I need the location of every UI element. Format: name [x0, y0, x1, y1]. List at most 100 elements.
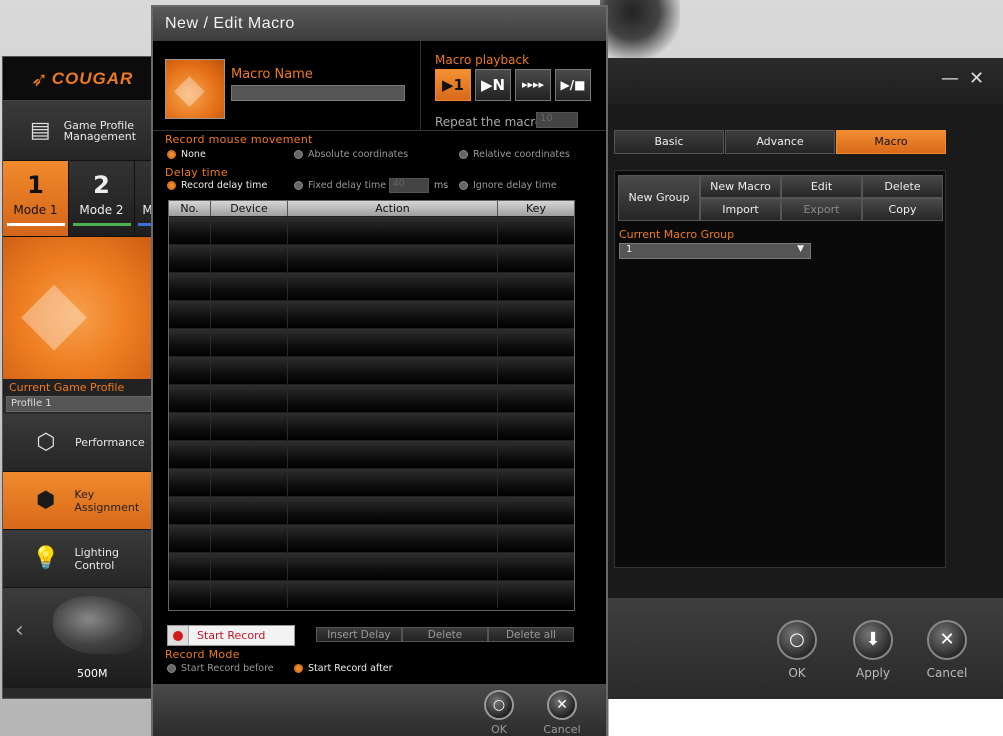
- play-stop-button[interactable]: ▶/■: [555, 69, 591, 101]
- radio-dot: [167, 150, 176, 159]
- tab-basic[interactable]: Basic: [614, 130, 724, 154]
- record-after-radio[interactable]: Start Record after: [294, 663, 393, 674]
- play-once-button[interactable]: ▶1: [435, 69, 471, 101]
- column-header-no[interactable]: No.: [169, 201, 211, 216]
- folder-stack-icon: ▤: [29, 118, 51, 143]
- repeat-count-input[interactable]: 10: [536, 112, 578, 128]
- cougar-logo-icon: ➶: [31, 66, 48, 91]
- table-cell: [211, 273, 288, 300]
- dialog-cancel-button[interactable]: ✕ Cancel: [536, 690, 588, 736]
- tab-macro[interactable]: Macro: [836, 130, 946, 154]
- table-row[interactable]: [169, 272, 574, 300]
- tab-advance[interactable]: Advance: [725, 130, 835, 154]
- dialog-ok-button[interactable]: ○ OK: [473, 690, 525, 736]
- macro-panel: New Group New Macro Edit Delete Import E…: [614, 170, 946, 568]
- column-header-key[interactable]: Key: [498, 201, 574, 216]
- table-cell: [169, 553, 211, 580]
- column-header-action[interactable]: Action: [288, 201, 498, 216]
- key-assign-icon: ⬢: [36, 488, 56, 513]
- table-row[interactable]: [169, 244, 574, 272]
- macro-name-label: Macro Name: [231, 67, 313, 82]
- right-cancel-button[interactable]: ✕ Cancel: [917, 620, 977, 680]
- dpi-label: 500M: [77, 667, 108, 680]
- table-row[interactable]: [169, 524, 574, 552]
- macro-name-input[interactable]: [231, 85, 405, 101]
- radio-label: None: [181, 149, 206, 160]
- record-delay-radio[interactable]: Record delay time: [167, 180, 267, 191]
- table-row[interactable]: [169, 552, 574, 580]
- sidebar-item-key-assignment[interactable]: ⬢ Key Assignment: [3, 472, 161, 530]
- sidebar-item-performance[interactable]: ⬡ Performance: [3, 414, 161, 472]
- delete-row-button[interactable]: Delete: [402, 627, 488, 642]
- dialog-top-section: ◆ Macro Name Macro playback ▶1 ▶N ▸▸▸▸ ▶…: [153, 41, 606, 131]
- mode-1-indicator: [6, 223, 65, 226]
- chevron-left-icon[interactable]: ‹: [15, 618, 24, 643]
- ignore-delay-radio[interactable]: Ignore delay time: [459, 180, 557, 191]
- table-cell: [498, 581, 574, 608]
- start-record-button[interactable]: Start Record: [167, 625, 295, 646]
- sidebar-item-lighting[interactable]: 💡 Lighting Control: [3, 530, 161, 588]
- game-profile-management[interactable]: ▤ Game Profile Management: [3, 101, 161, 161]
- table-row[interactable]: [169, 300, 574, 328]
- record-before-radio[interactable]: Start Record before: [167, 663, 274, 674]
- table-row[interactable]: [169, 412, 574, 440]
- table-row[interactable]: [169, 216, 574, 244]
- current-profile-select[interactable]: Profile 1: [6, 396, 158, 412]
- macro-image[interactable]: ◆: [165, 59, 225, 119]
- table-row[interactable]: [169, 440, 574, 468]
- background-shadow: [600, 0, 680, 60]
- table-cell: [169, 301, 211, 328]
- mode-1-icon: 1: [27, 171, 44, 199]
- table-body: [169, 216, 574, 608]
- table-row[interactable]: [169, 580, 574, 608]
- table-cell: [211, 581, 288, 608]
- divider: [420, 41, 421, 131]
- table-cell: [211, 329, 288, 356]
- tabs-row: Basic Advance Macro: [614, 130, 947, 154]
- table-cell: [211, 385, 288, 412]
- close-icon[interactable]: ✕: [969, 68, 984, 89]
- mode-1-button[interactable]: 1 Mode 1: [3, 161, 69, 236]
- dialog-title: New / Edit Macro: [153, 7, 606, 41]
- fixed-delay-input[interactable]: 40: [389, 178, 429, 193]
- mouse-image: [53, 596, 143, 654]
- insert-delay-button[interactable]: Insert Delay: [316, 627, 402, 642]
- table-cell: [211, 525, 288, 552]
- delete-all-button[interactable]: Delete all: [488, 627, 574, 642]
- mouse-relative-radio[interactable]: Relative coordinates: [459, 149, 570, 160]
- table-row[interactable]: [169, 328, 574, 356]
- play-n-times-button[interactable]: ▶N: [475, 69, 511, 101]
- desktop-strip: [609, 699, 1003, 736]
- delete-button[interactable]: Delete: [862, 175, 943, 198]
- mode-2-button[interactable]: 2 Mode 2: [69, 161, 135, 236]
- radio-label: Ignore delay time: [473, 180, 557, 191]
- right-ok-button[interactable]: ○ OK: [767, 620, 827, 680]
- table-row[interactable]: [169, 384, 574, 412]
- mode-row: 1 Mode 1 2 Mode 2 M: [3, 161, 161, 237]
- current-macro-group-select[interactable]: 1 ▼: [619, 243, 811, 259]
- game-profile-label: Game Profile Management: [63, 118, 137, 143]
- mouse-preview: ‹ 500M: [3, 588, 161, 688]
- copy-button[interactable]: Copy: [862, 198, 943, 221]
- fixed-delay-radio[interactable]: Fixed delay time: [294, 180, 386, 191]
- table-cell: [211, 553, 288, 580]
- table-cell: [498, 245, 574, 272]
- import-button[interactable]: Import: [700, 198, 781, 221]
- right-apply-button[interactable]: ⬇ Apply: [843, 620, 903, 680]
- mouse-none-radio[interactable]: None: [167, 149, 206, 160]
- new-group-button[interactable]: New Group: [618, 175, 700, 221]
- export-button[interactable]: Export: [781, 198, 862, 221]
- mode-1-label: Mode 1: [13, 203, 58, 217]
- new-macro-button[interactable]: New Macro: [700, 175, 781, 198]
- table-row[interactable]: [169, 468, 574, 496]
- minimize-icon[interactable]: —: [941, 68, 959, 89]
- play-repeat-button[interactable]: ▸▸▸▸: [515, 69, 551, 101]
- table-cell: [169, 525, 211, 552]
- table-row[interactable]: [169, 356, 574, 384]
- edit-button[interactable]: Edit: [781, 175, 862, 198]
- logo-bar: ➶ COUGAR: [3, 57, 161, 101]
- mouse-absolute-radio[interactable]: Absolute coordinates: [294, 149, 408, 160]
- table-row[interactable]: [169, 496, 574, 524]
- radio-dot: [294, 181, 303, 190]
- column-header-device[interactable]: Device: [211, 201, 288, 216]
